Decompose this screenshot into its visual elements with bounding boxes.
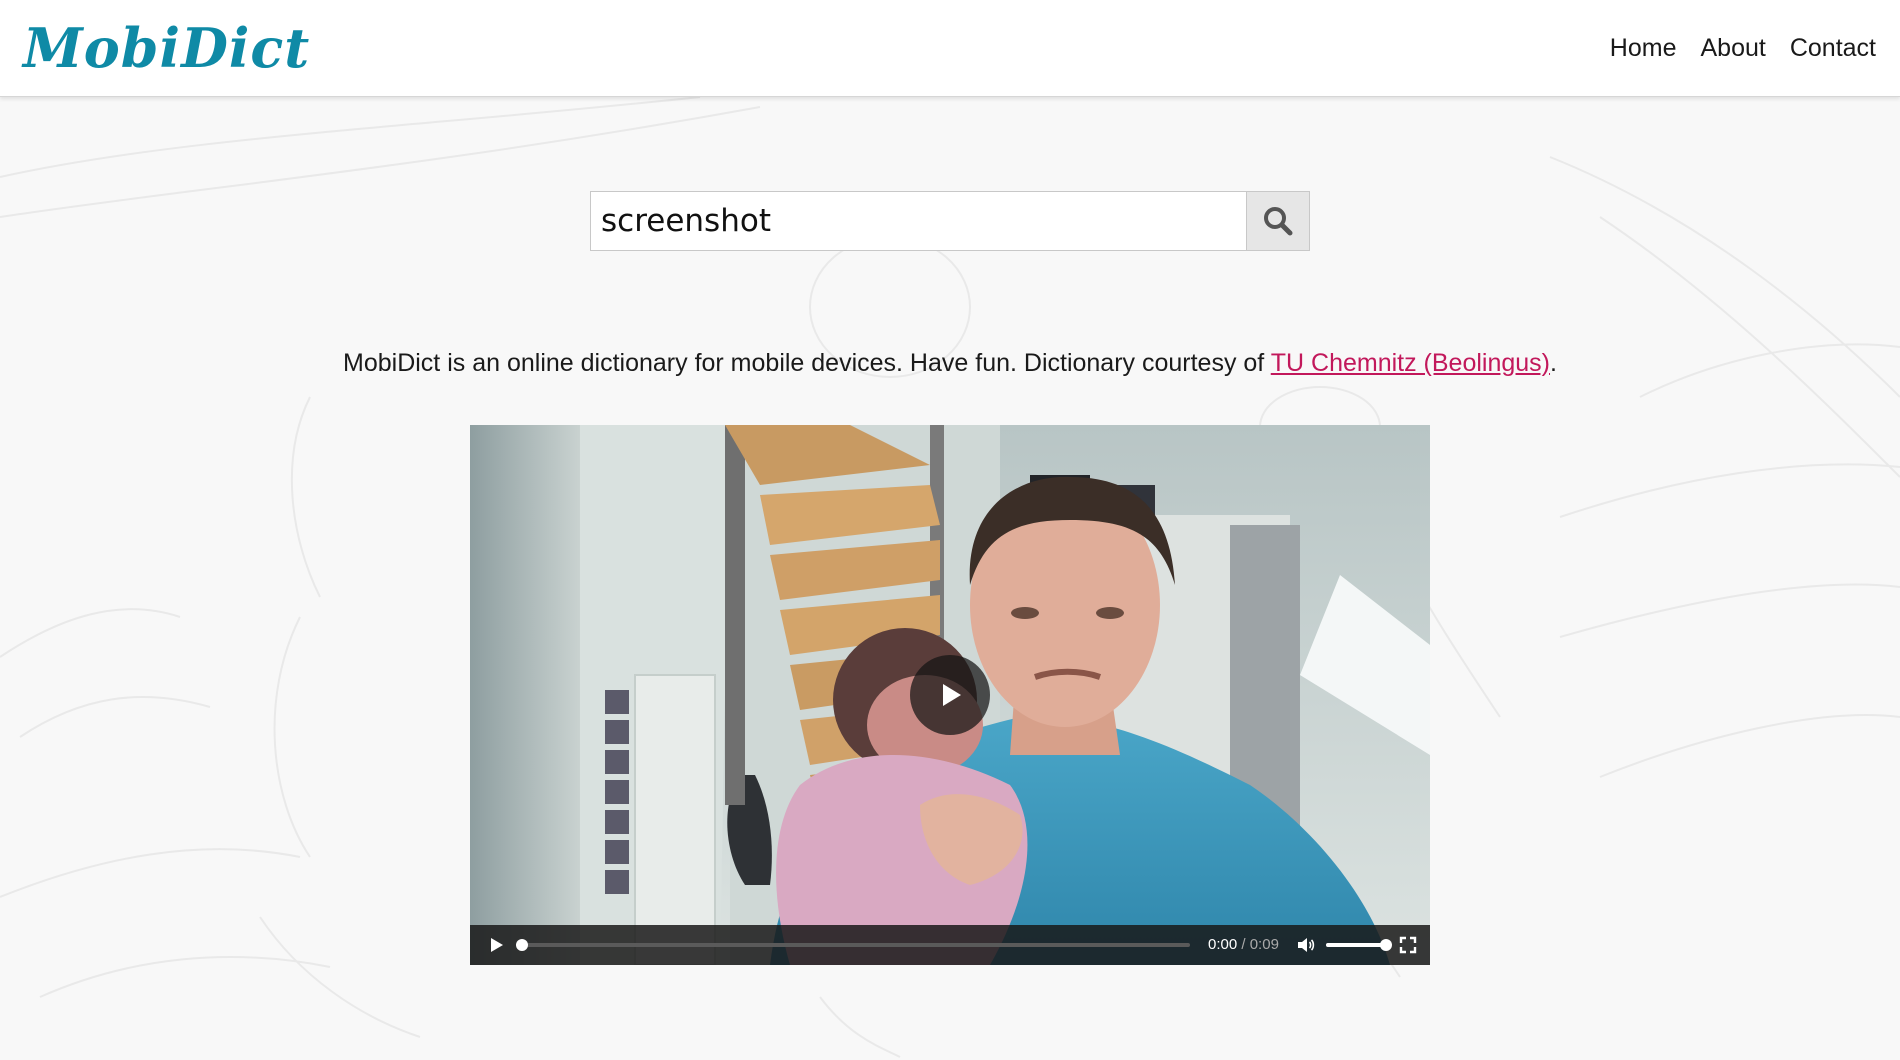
nav-home[interactable]: Home: [1610, 30, 1677, 66]
search-form: [590, 191, 1310, 251]
beolingus-link[interactable]: TU Chemnitz (Beolingus): [1271, 349, 1550, 377]
search-icon: [1264, 207, 1293, 236]
volume-thumb[interactable]: [1380, 939, 1392, 951]
play-icon[interactable]: [486, 935, 506, 955]
play-icon: [943, 684, 961, 706]
video-controls: 0:00 / 0:09: [470, 925, 1430, 965]
time-separator: /: [1237, 936, 1250, 953]
big-play-button[interactable]: [910, 655, 990, 735]
logo[interactable]: MobiDict: [23, 12, 310, 84]
time-display: 0:00 / 0:09: [1208, 935, 1279, 955]
nav-about[interactable]: About: [1700, 30, 1765, 66]
search-button[interactable]: [1246, 191, 1310, 251]
duration: 0:09: [1249, 936, 1279, 953]
volume-slider[interactable]: [1326, 939, 1392, 951]
intro-text: MobiDict is an online dictionary for mob…: [0, 345, 1900, 381]
current-time: 0:00: [1208, 936, 1238, 953]
volume-level: [1326, 943, 1386, 947]
main-nav: Home About Contact: [1610, 30, 1876, 66]
fullscreen-icon[interactable]: [1398, 935, 1418, 955]
progress-bar[interactable]: [516, 939, 1190, 951]
volume-icon[interactable]: [1296, 935, 1316, 955]
nav-contact[interactable]: Contact: [1790, 30, 1876, 66]
intro-sentence: MobiDict is an online dictionary for mob…: [343, 349, 1271, 377]
progress-thumb[interactable]: [516, 939, 528, 951]
site-header: MobiDict Home About Contact: [0, 0, 1900, 97]
search-input[interactable]: [590, 191, 1246, 251]
page: MobiDict Home About Contact MobiDict is …: [0, 0, 1900, 1060]
intro-suffix: .: [1550, 349, 1557, 377]
video-player[interactable]: 0:00 / 0:09: [470, 425, 1430, 965]
